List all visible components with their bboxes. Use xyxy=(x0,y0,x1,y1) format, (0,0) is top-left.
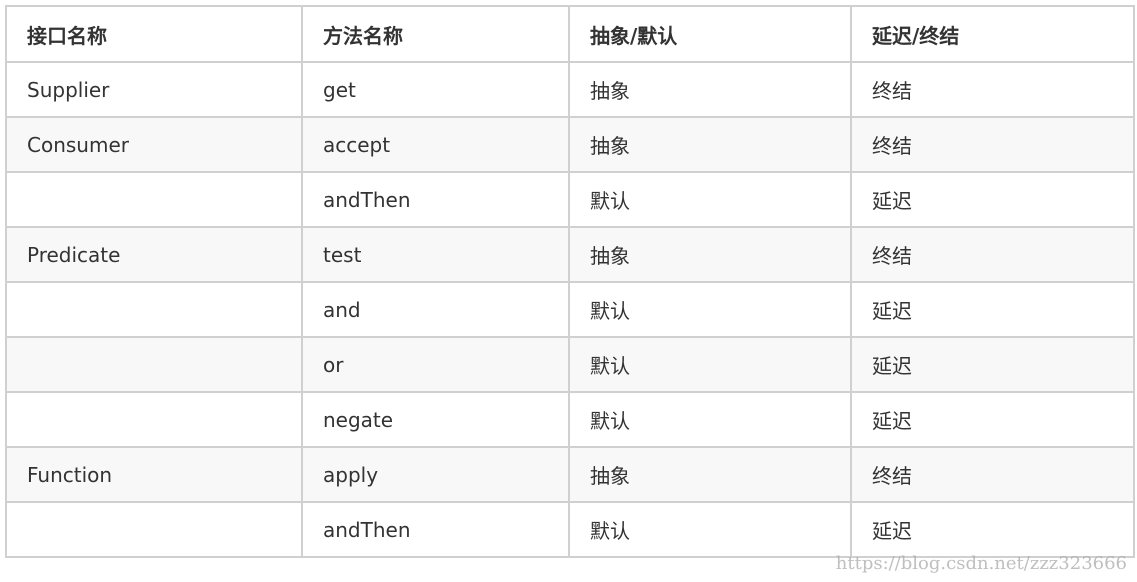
cell-evaluation: 终结 xyxy=(850,61,1135,118)
cell-interface: Predicate xyxy=(5,226,303,283)
cell-type: 抽象 xyxy=(568,446,852,503)
cell-type: 默认 xyxy=(568,501,852,558)
cell-evaluation: 延迟 xyxy=(850,391,1135,448)
cell-method: andThen xyxy=(301,501,570,558)
cell-method: or xyxy=(301,336,570,393)
cell-evaluation: 终结 xyxy=(850,226,1135,283)
cell-type: 抽象 xyxy=(568,116,852,173)
cell-evaluation: 终结 xyxy=(850,116,1135,173)
cell-evaluation: 延迟 xyxy=(850,171,1135,228)
cell-method: get xyxy=(301,61,570,118)
cell-evaluation: 延迟 xyxy=(850,336,1135,393)
header-method-name: 方法名称 xyxy=(301,5,570,63)
cell-method: accept xyxy=(301,116,570,173)
table-row: Consumer accept 抽象 终结 xyxy=(5,116,1135,173)
cell-method: and xyxy=(301,281,570,338)
table-row: and 默认 延迟 xyxy=(5,281,1135,338)
cell-interface xyxy=(5,336,303,393)
cell-evaluation: 延迟 xyxy=(850,281,1135,338)
cell-interface xyxy=(5,391,303,448)
table-row: Predicate test 抽象 终结 xyxy=(5,226,1135,283)
table-row: negate 默认 延迟 xyxy=(5,391,1135,448)
cell-interface xyxy=(5,281,303,338)
table-row: or 默认 延迟 xyxy=(5,336,1135,393)
cell-method: andThen xyxy=(301,171,570,228)
cell-evaluation: 终结 xyxy=(850,446,1135,503)
cell-type: 抽象 xyxy=(568,61,852,118)
cell-type: 抽象 xyxy=(568,226,852,283)
table-row: Function apply 抽象 终结 xyxy=(5,446,1135,503)
cell-type: 默认 xyxy=(568,281,852,338)
cell-evaluation: 延迟 xyxy=(850,501,1135,558)
table-row: andThen 默认 延迟 xyxy=(5,501,1135,558)
header-lazy-terminal: 延迟/终结 xyxy=(850,5,1135,63)
cell-type: 默认 xyxy=(568,171,852,228)
header-abstract-default: 抽象/默认 xyxy=(568,5,852,63)
cell-type: 默认 xyxy=(568,336,852,393)
table-row: andThen 默认 延迟 xyxy=(5,171,1135,228)
cell-method: negate xyxy=(301,391,570,448)
cell-interface: Supplier xyxy=(5,61,303,118)
cell-type: 默认 xyxy=(568,391,852,448)
cell-interface: Function xyxy=(5,446,303,503)
functional-interfaces-table: 接口名称 方法名称 抽象/默认 延迟/终结 Supplier get 抽象 终结 Con… xyxy=(5,5,1135,558)
cell-interface xyxy=(5,171,303,228)
table-row: Supplier get 抽象 终结 xyxy=(5,61,1135,118)
header-interface-name: 接口名称 xyxy=(5,5,303,63)
cell-method: test xyxy=(301,226,570,283)
cell-method: apply xyxy=(301,446,570,503)
cell-interface xyxy=(5,501,303,558)
header-row: 接口名称 方法名称 抽象/默认 延迟/终结 xyxy=(5,5,1135,63)
cell-interface: Consumer xyxy=(5,116,303,173)
